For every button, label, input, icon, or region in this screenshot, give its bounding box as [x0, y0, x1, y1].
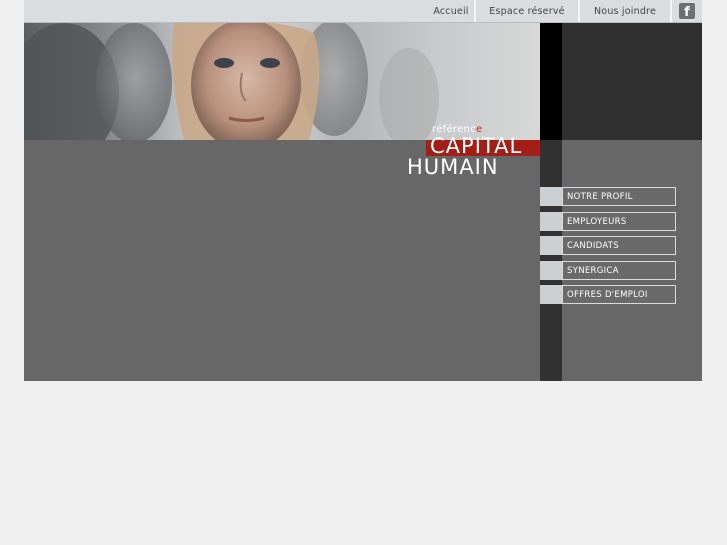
menu-item-square [540, 212, 562, 231]
nav-link-espace-reserve[interactable]: Espace réservé [476, 0, 578, 22]
hero-photo-illustration [24, 23, 439, 140]
menu-item-candidats[interactable]: CANDIDATS [540, 236, 676, 255]
facebook-icon[interactable]: f [679, 3, 695, 20]
menu-item-notre-profil[interactable]: NOTRE PROFIL [540, 187, 676, 206]
nav-link-accueil[interactable]: Accueil [428, 0, 474, 22]
menu-item-label[interactable]: EMPLOYEURS [562, 212, 676, 231]
menu-item-employeurs[interactable]: EMPLOYEURS [540, 212, 676, 231]
menu-item-label[interactable]: SYNERGICA [562, 261, 676, 280]
site-container: Accueil Espace réservé Nous joindre f ré… [24, 0, 702, 381]
menu-item-synergica[interactable]: SYNERGICA [540, 261, 676, 280]
top-navigation-bar: Accueil Espace réservé Nous joindre f [24, 0, 702, 23]
menu-item-offres-emploi[interactable]: OFFRES D'EMPLOI [540, 285, 676, 304]
dark-panel [562, 23, 702, 140]
menu-item-square [540, 187, 562, 206]
black-column [540, 23, 562, 140]
menu-item-label[interactable]: CANDIDATS [562, 236, 676, 255]
menu-item-square [540, 236, 562, 255]
menu-item-label[interactable]: OFFRES D'EMPLOI [562, 285, 676, 304]
menu-item-square [540, 285, 562, 304]
menu-item-label[interactable]: NOTRE PROFIL [562, 187, 676, 206]
nav-link-nous-joindre[interactable]: Nous joindre [580, 0, 670, 22]
nav-separator [670, 0, 672, 22]
menu-item-square [540, 261, 562, 280]
logo-humain: HUMAIN [407, 155, 499, 179]
hero-photo [24, 23, 540, 140]
